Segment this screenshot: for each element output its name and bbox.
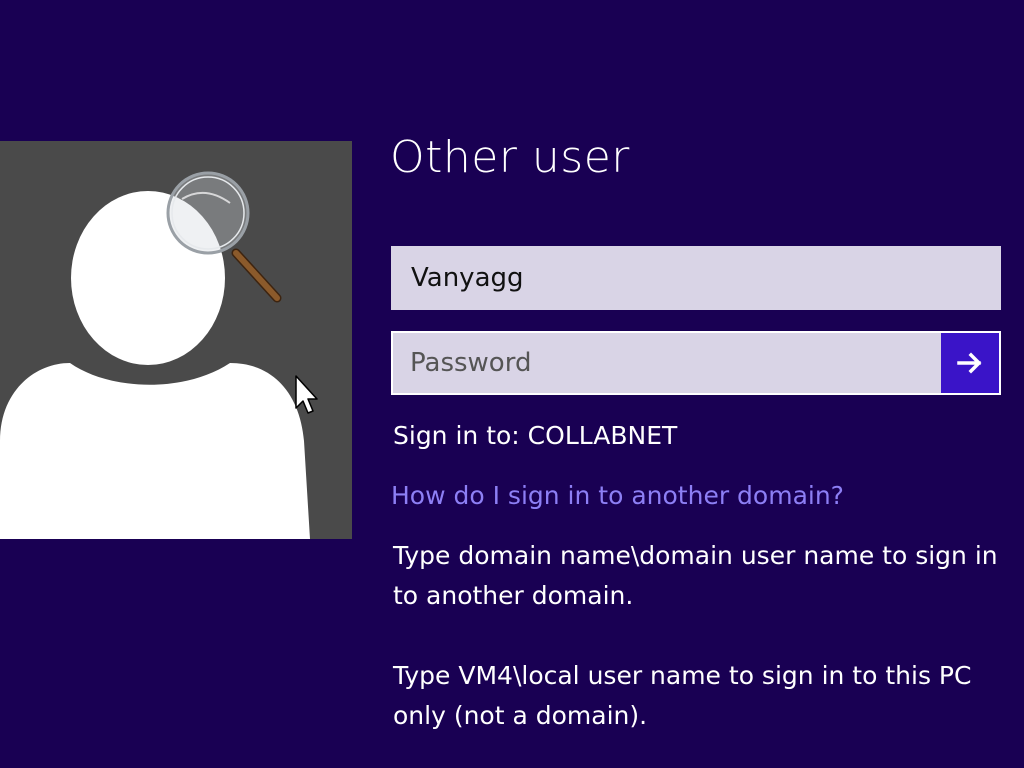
domain-help-link[interactable]: How do I sign in to another domain? [391,481,844,510]
password-field[interactable] [391,331,1001,395]
username-input[interactable] [391,246,1001,310]
mouse-cursor-icon [295,375,318,414]
username-field[interactable] [391,246,1001,310]
arrow-right-icon [957,352,982,374]
sign-in-domain-label: Sign in to: COLLABNET [393,421,678,450]
sign-in-screen: Other user Sign in to: COLLABNET How do … [0,0,1024,768]
user-placeholder-icon [0,171,310,539]
password-input[interactable] [393,333,941,393]
user-title: Other user [390,132,630,183]
user-avatar-tile [0,141,352,539]
submit-button[interactable] [941,333,999,393]
domain-help-text: Type domain name\domain user name to sig… [393,541,998,610]
local-account-help-text: Type VM4\local user name to sign in to t… [393,661,972,730]
